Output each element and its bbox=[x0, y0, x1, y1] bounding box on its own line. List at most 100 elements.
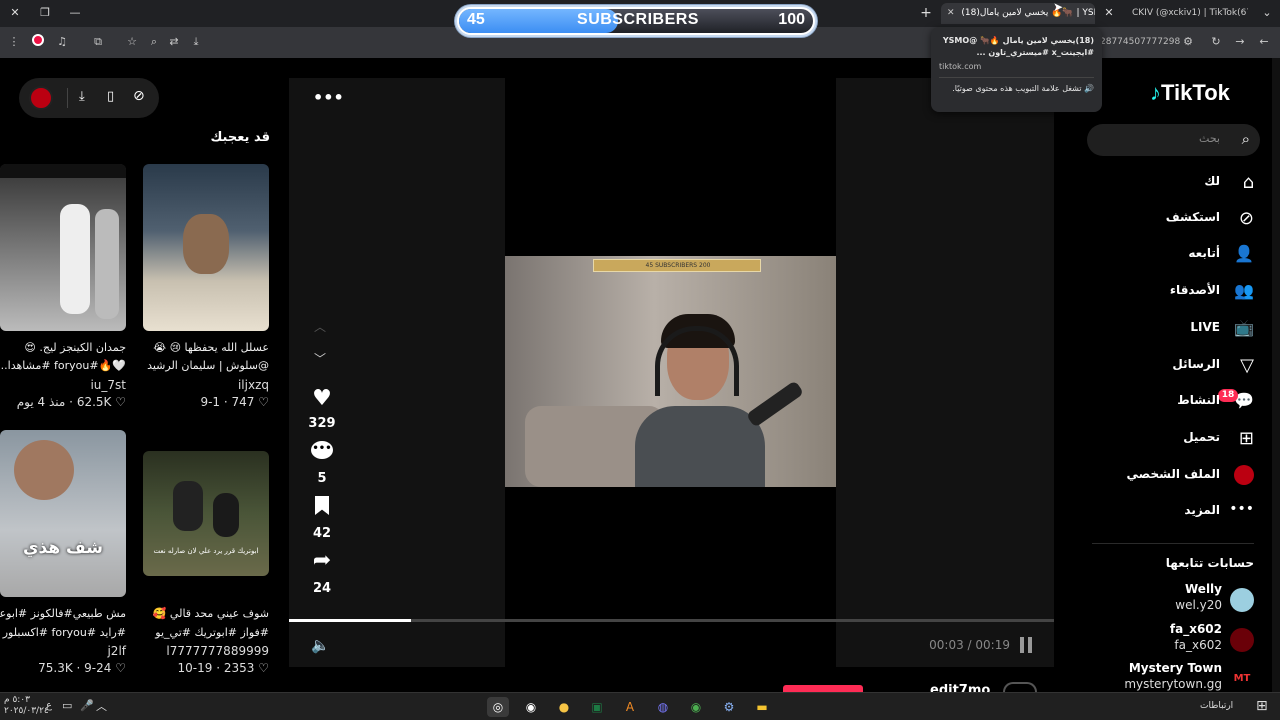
excel-icon[interactable]: ▣ bbox=[586, 697, 608, 717]
site-settings-icon[interactable]: ⚙ bbox=[1180, 34, 1196, 50]
download-icon[interactable]: ⤓ bbox=[79, 89, 85, 104]
links-toolbar[interactable]: ارتباطات bbox=[1200, 701, 1233, 711]
card-username[interactable]: iu_7st bbox=[0, 378, 126, 392]
tab-list-icon[interactable]: ⌄ bbox=[1258, 4, 1276, 22]
forward-icon[interactable]: → bbox=[1232, 34, 1248, 50]
phone-icon[interactable]: ▯ bbox=[107, 89, 114, 104]
microphone-icon[interactable]: 🎤 bbox=[80, 699, 94, 712]
author-avatar[interactable] bbox=[1003, 682, 1037, 692]
media-icon[interactable]: ♫ bbox=[54, 34, 70, 50]
share-icon[interactable]: ➦ bbox=[306, 548, 338, 573]
comment-icon[interactable]: ••• bbox=[306, 440, 338, 459]
app-a-icon[interactable]: A bbox=[619, 697, 641, 717]
tiktok-note-icon: ♪ bbox=[1150, 80, 1161, 105]
new-tab-icon[interactable]: + bbox=[917, 4, 935, 22]
nav-label: النشاط bbox=[1177, 393, 1220, 407]
card-caption[interactable]: #رايد #foryou #اكسبلور bbox=[0, 623, 126, 642]
volume-icon[interactable]: 🔈 bbox=[311, 636, 330, 654]
address-bar-text[interactable]: 28774507777298 bbox=[1100, 37, 1180, 47]
menu-icon[interactable]: ⋮ bbox=[6, 34, 22, 50]
chrome-icon[interactable]: ◉ bbox=[685, 697, 707, 717]
player-figure bbox=[60, 204, 90, 314]
nav-label: استكشف bbox=[1165, 210, 1220, 224]
card-username[interactable]: j2lf bbox=[0, 644, 126, 658]
nav-upload[interactable]: ⊞ تحميل bbox=[1100, 424, 1260, 454]
card-stats: ♡ 747 · 9-1 bbox=[200, 395, 269, 409]
next-video-icon[interactable]: ﹀ bbox=[314, 350, 326, 367]
extensions-icon[interactable]: ⧉ bbox=[90, 34, 106, 50]
nav-friends[interactable]: 👥 الأصدقاء bbox=[1100, 277, 1260, 307]
card-caption[interactable]: @سلوش | سليمان الرشيد bbox=[143, 356, 269, 375]
tab-tiktok-profile[interactable]: CKIV (@xckiv1) | TikTok(67) bbox=[1128, 3, 1248, 24]
nav-explore[interactable]: ⊘ استكشف bbox=[1100, 204, 1260, 234]
video-thumbnail[interactable]: ابوتريك قرر يرد علي لان صارله نعت bbox=[143, 451, 269, 576]
clock[interactable]: ٥:٠٣ م ٢٠٢٥/٠٣/٢٤ bbox=[4, 695, 49, 717]
search-input[interactable]: بحث ⌕ bbox=[1087, 124, 1260, 156]
video-thumbnail[interactable] bbox=[143, 164, 269, 331]
tab-close-icon[interactable]: ✕ bbox=[947, 8, 955, 18]
nav-for-you[interactable]: ⌂ لك bbox=[1100, 168, 1260, 198]
language-indicator[interactable]: ع bbox=[46, 700, 52, 711]
tiktok-logo[interactable]: ♪TikTok bbox=[1150, 80, 1230, 106]
follow-button[interactable] bbox=[783, 685, 863, 692]
install-icon[interactable]: ⤓ bbox=[188, 34, 204, 50]
like-count: 75.3K bbox=[38, 661, 73, 675]
card-username[interactable]: iljxzq bbox=[143, 378, 269, 392]
pause-icon[interactable] bbox=[1019, 637, 1033, 653]
discord-yellow-icon[interactable]: ● bbox=[553, 697, 575, 717]
avatar[interactable] bbox=[29, 86, 53, 110]
video-thumbnail[interactable] bbox=[0, 164, 126, 331]
tab-label: (18)يخسي لامين يامال 🔥🐂 | YSMO bbox=[961, 8, 1095, 18]
bookmark-star-icon[interactable]: ☆ bbox=[124, 34, 140, 50]
video-thumbnail[interactable]: شف هذي bbox=[0, 430, 126, 597]
reload-icon[interactable]: ↻ bbox=[1208, 34, 1224, 50]
card-caption[interactable]: مش طبيعي#فالكونز #ابوعبير bbox=[0, 604, 126, 623]
nav-label: الأصدقاء bbox=[1169, 283, 1220, 297]
profile-icon[interactable] bbox=[30, 34, 46, 50]
multi-app-icon[interactable]: ◎ bbox=[487, 697, 509, 717]
following-account[interactable]: Welly wel.y20 bbox=[1100, 582, 1260, 618]
author-name[interactable]: edit7mo bbox=[930, 683, 990, 692]
tab-active[interactable]: ✕ (18)يخسي لامين يامال 🔥🐂 | YSMO bbox=[941, 3, 1095, 24]
tray-chevron-icon[interactable]: ︿ bbox=[96, 698, 107, 714]
following-account[interactable]: fa_x602 fa_x602 bbox=[1100, 622, 1260, 658]
heart-icon[interactable]: ♥ bbox=[306, 386, 338, 411]
restore-window-icon[interactable]: ❐ bbox=[36, 4, 54, 22]
back-icon[interactable]: ← bbox=[1256, 34, 1272, 50]
compass-icon[interactable]: ⊘ bbox=[133, 88, 145, 104]
translate-icon[interactable]: ⇄ bbox=[166, 34, 182, 50]
minimize-window-icon[interactable]: — bbox=[66, 4, 84, 22]
close-window-icon[interactable]: ✕ bbox=[6, 4, 24, 22]
nav-messages[interactable]: ▽ الرسائل bbox=[1100, 351, 1260, 381]
account-handle: wel.y20 bbox=[1175, 598, 1222, 612]
scrollbar[interactable] bbox=[1272, 58, 1280, 692]
windows-start-icon[interactable]: ⊞ bbox=[1256, 698, 1268, 714]
card-caption[interactable]: 🤍🔥#foryou #مشاهدا... bbox=[0, 356, 126, 375]
tab-close-icon[interactable]: ✕ bbox=[1100, 4, 1118, 22]
video-frame[interactable]: 45 SUBSCRIBERS 200 bbox=[505, 256, 836, 487]
card-caption[interactable]: شوف عيني محد قالي 🥰 bbox=[143, 604, 269, 623]
like-count: 62.5K bbox=[76, 395, 112, 409]
search-icon[interactable]: ⌕ bbox=[1242, 130, 1250, 148]
nav-live[interactable]: 📺 LIVE bbox=[1100, 314, 1260, 344]
network-icon[interactable]: ▭ bbox=[62, 699, 72, 712]
previous-video-icon[interactable]: ︿ bbox=[314, 318, 326, 335]
discord-icon[interactable]: ◍ bbox=[652, 697, 674, 717]
nav-following[interactable]: 👤 أتابعه bbox=[1100, 240, 1260, 270]
obs-icon[interactable]: ◉ bbox=[520, 697, 542, 717]
card-caption[interactable]: جمدان الكينجز ليج. 😍 bbox=[0, 338, 126, 357]
more-options-icon[interactable]: ••• bbox=[313, 88, 344, 107]
video-progress-bar[interactable] bbox=[289, 619, 1054, 622]
steam-icon[interactable]: ⚙ bbox=[718, 697, 740, 717]
bookmark-icon[interactable] bbox=[306, 496, 338, 519]
card-username[interactable]: l7777777889999 bbox=[143, 644, 269, 658]
card-caption[interactable]: #فواز #ابوتريك #تي_يو bbox=[143, 623, 269, 642]
tab-hover-audio-note: تشغل علامة التبويب هذه محتوى صوتيًا. bbox=[952, 84, 1082, 93]
zoom-icon[interactable]: ⌕ bbox=[146, 34, 162, 50]
nav-profile[interactable]: الملف الشخصي bbox=[1100, 461, 1260, 491]
tab-hover-card: (18)يخسي لامين يامال 🔥🐂 @YSMO #ايجينت_x … bbox=[931, 27, 1102, 112]
card-caption[interactable]: عسلل الله يحفظها 😢 😭 bbox=[143, 338, 269, 357]
file-explorer-icon[interactable]: ▬ bbox=[751, 697, 773, 717]
nav-more[interactable]: ••• المزيد bbox=[1100, 497, 1260, 527]
nav-activity[interactable]: 💬 18 النشاط bbox=[1100, 387, 1260, 417]
